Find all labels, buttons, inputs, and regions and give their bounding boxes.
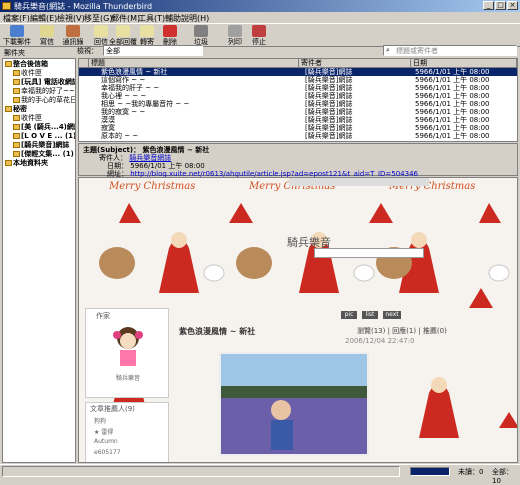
- recommender[interactable]: ★ 雷得: [94, 427, 113, 436]
- folder-feed-2[interactable]: 幸福我的好了~~~: [13, 87, 75, 96]
- message-row[interactable]: 幸福我的肝子 ~ ~ [騎兵樂音]網誌 5966/1/01 上午 08:00: [79, 84, 517, 92]
- message-row[interactable]: 漠漠 [騎兵樂音]網誌 5966/1/01 上午 08:00: [79, 116, 517, 124]
- post-photo[interactable]: [219, 352, 369, 456]
- minimize-button[interactable]: _: [483, 1, 494, 10]
- list-button[interactable]: list: [362, 311, 378, 319]
- print-icon: [228, 25, 242, 37]
- menu-bar: 檔案(F) 編輯(E) 檢視(V) 移至(G) 郵件(M) 工具(T) 輔助說明…: [0, 12, 520, 23]
- view-label: 檢視：: [77, 47, 98, 55]
- folder-inbox-2[interactable]: 收件匣: [13, 114, 42, 123]
- author-name: 騎兵樂音: [115, 375, 140, 382]
- write-icon: [40, 25, 54, 37]
- search-icon: ⌕: [386, 46, 390, 54]
- folder-feed-3[interactable]: 我的手心的草花日誌: [13, 96, 75, 105]
- recommender[interactable]: Autumn: [94, 438, 118, 445]
- author-box: 作家 騎兵樂音: [85, 308, 169, 398]
- folder-icon: [13, 79, 20, 85]
- forward-icon: [140, 25, 154, 37]
- window-title: 騎兵樂音(網誌 - Mozilla Thunderbird: [14, 2, 153, 11]
- message-row[interactable]: 我的寂寞 ~ ~ [騎兵樂音]網誌 5966/1/01 上午 08:00: [79, 108, 517, 116]
- col-sender[interactable]: 寄件者: [299, 59, 411, 68]
- recommender[interactable]: e605177: [94, 449, 121, 456]
- status-bar: 未讀：0 全部：10: [0, 464, 520, 485]
- filter-bar: 檢視： 全部 標題或寄件者 ⌕: [77, 44, 520, 57]
- folder-icon: [13, 88, 20, 94]
- post-date: 2006/12/04 22:47:0: [345, 337, 415, 345]
- stop-icon: [252, 25, 266, 37]
- search-input[interactable]: 標題或寄件者: [383, 45, 517, 56]
- pic-button[interactable]: pic: [341, 311, 357, 319]
- message-header-pane: 主題(Subject)： 紫色浪漫風情 ~ 新社 寄件人： 騎兵樂音網誌 日期：…: [78, 143, 518, 178]
- recommender[interactable]: 狗狗: [94, 416, 106, 425]
- total-count: 全部：10: [492, 468, 513, 485]
- message-row[interactable]: 原本的 ~ ~ [騎兵樂音]網誌 5966/1/01 上午 08:00: [79, 132, 517, 140]
- folders-header: 郵件夾: [4, 49, 25, 57]
- maximize-button[interactable]: □: [495, 1, 506, 10]
- folder-icon: [13, 124, 20, 130]
- folder-icon: [13, 142, 20, 148]
- folder-feed-7[interactable]: [傑輕文集... (1): [13, 150, 74, 159]
- message-row[interactable]: 我心裡 ~ ~ ~ [騎兵樂音]網誌 5966/1/01 上午 08:00: [79, 92, 517, 100]
- junk-icon: [194, 25, 208, 37]
- message-content: Merry Christmas Merry Christmas Merry Ch…: [78, 177, 518, 463]
- message-row[interactable]: 相思 ~ ~我的專屬音符 ~ ~ [騎兵樂音]網誌 5966/1/01 上午 08:…: [79, 100, 517, 108]
- unread-count: 未讀：0: [458, 468, 484, 476]
- get-mail-button[interactable]: 下載郵件: [2, 25, 32, 47]
- next-button[interactable]: next: [383, 311, 401, 319]
- post-title: 紫色浪漫風情 ~ 新社: [179, 327, 256, 336]
- folder-icon: [13, 151, 20, 157]
- blog-search-box[interactable]: [314, 248, 424, 258]
- folder-feed-6[interactable]: [騎兵樂音]網誌: [13, 141, 69, 150]
- folder-local[interactable]: 本地資料夾: [5, 159, 48, 168]
- col-thread[interactable]: [79, 59, 89, 68]
- message-row[interactable]: 寂寞 [騎兵樂音]網誌 5966/1/01 上午 08:00: [79, 124, 517, 132]
- col-date[interactable]: 日期: [411, 59, 517, 68]
- app-icon: [2, 2, 11, 10]
- message-row[interactable]: 紫色浪漫風情 ~ 新社 [騎兵樂音]網誌 5966/1/01 上午 08:00: [79, 68, 517, 76]
- progress-bar: [410, 467, 450, 476]
- view-select[interactable]: 全部: [103, 45, 203, 56]
- delete-icon: [163, 25, 177, 37]
- get-mail-icon: [10, 25, 24, 37]
- folder-icon: [5, 160, 12, 166]
- folder-icon: [13, 115, 20, 121]
- thunderbird-window: 騎兵樂音(網誌 - Mozilla Thunderbird _ □ × 檔案(F…: [0, 0, 520, 485]
- recommenders-box: 文章推薦人(9) 狗狗 ★ 雷得 Autumn e605177: [85, 402, 169, 462]
- post-stats: 瀏覽(13) | 回應(1) | 推薦(0): [357, 327, 447, 335]
- folder-pane: 整合後信箱 收件匣 [玩具] 電話收網誌 幸福我的好了~~~ 我的手心的草花日誌…: [2, 58, 76, 463]
- folder-feed-4[interactable]: [美 (騎兵...4)網誌: [13, 123, 75, 132]
- folder-unified[interactable]: 整合後信箱: [5, 60, 48, 69]
- folder-icon: [13, 97, 20, 103]
- reply-icon: [94, 25, 108, 37]
- folder-icon: [5, 106, 12, 112]
- folder-secret[interactable]: 秘密: [5, 105, 27, 114]
- author-avatar[interactable]: [108, 323, 148, 369]
- blog-topbar[interactable]: [289, 178, 429, 186]
- folder-icon: [13, 133, 20, 139]
- folder-icon: [5, 61, 12, 67]
- recommenders-title: 文章推薦人(9): [90, 405, 135, 413]
- address-book-icon: [66, 25, 80, 37]
- folder-inbox[interactable]: 收件匣: [13, 69, 42, 78]
- col-subject[interactable]: 標題: [89, 59, 299, 68]
- reply-all-icon: [116, 25, 130, 37]
- close-button[interactable]: ×: [507, 1, 518, 10]
- folder-feed-5[interactable]: [L O V E ... (1): [13, 132, 75, 141]
- xmas-text: Merry Christmas: [109, 181, 196, 192]
- message-row[interactable]: 這個寫作 ~ ~ [騎兵樂音]網誌 5966/1/01 上午 08:00: [79, 76, 517, 84]
- post-area: 紫色浪漫風情 ~ 新社 瀏覽(13) | 回應(1) | 推薦(0) 2006/…: [175, 326, 515, 462]
- title-bar: 騎兵樂音(網誌 - Mozilla Thunderbird _ □ ×: [0, 0, 520, 12]
- message-list: 標題 寄件者 日期 紫色浪漫風情 ~ 新社 [騎兵樂音]網誌 5966/1/01 上…: [78, 58, 518, 142]
- folder-feed-1[interactable]: [玩具] 電話收網誌: [13, 78, 75, 87]
- folder-icon: [13, 70, 20, 76]
- author-box-title: 作家: [96, 312, 110, 320]
- status-text-area: [2, 466, 400, 477]
